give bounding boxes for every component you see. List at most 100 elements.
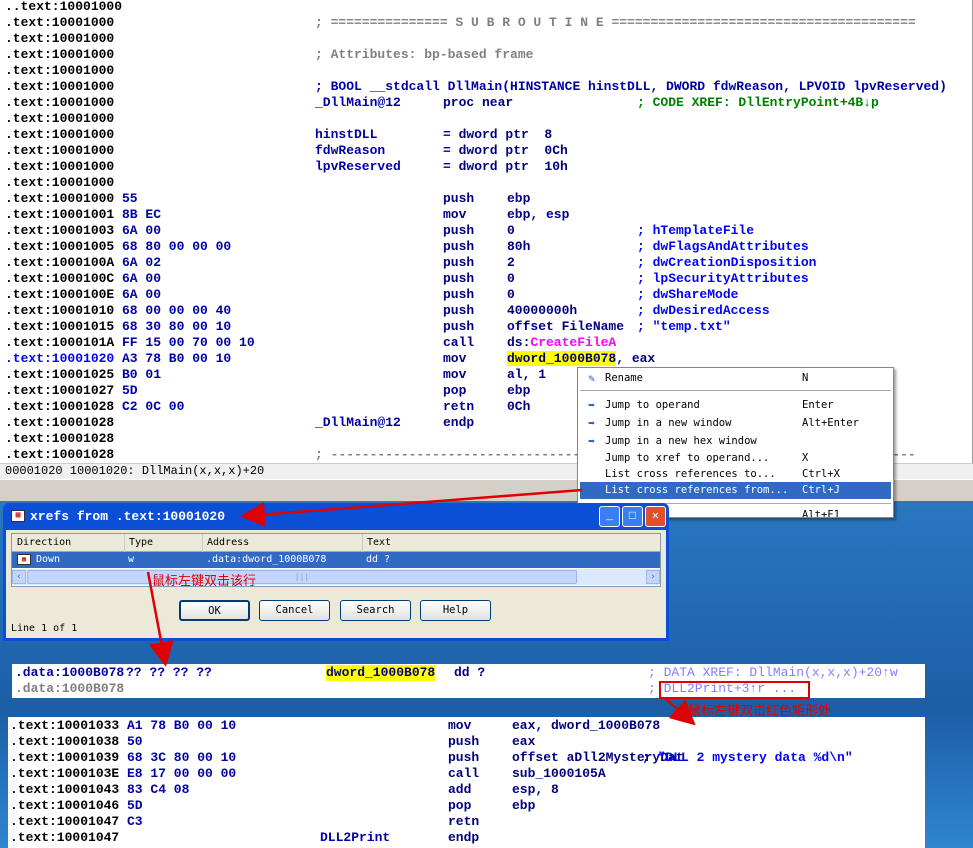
listing-line[interactable]: .text:10001010 68 00 00 00 40 push 40000000… — [0, 303, 972, 319]
listing-line[interactable]: .text:10001000 55 push ebp — [0, 191, 972, 207]
listing-line[interactable]: .text:10001000 — [0, 175, 972, 191]
line-mnemonic: endp — [448, 830, 480, 845]
listing-line[interactable]: .text:10001047 C3 retn — [8, 814, 925, 830]
listing-line[interactable]: .text:10001001 8B EC mov ebp, esp — [0, 207, 972, 223]
line-operand: ds:CreateFileA — [507, 335, 617, 350]
data-address: .data:1000B078 — [15, 681, 125, 696]
listing-line[interactable]: .text:10001000 lpvReserved = dword ptr 10h — [0, 159, 972, 175]
listing-line[interactable]: .text:10001020 A3 78 B0 00 10 mov dword_100… — [0, 351, 972, 367]
line-mnemonic: endp — [443, 415, 475, 430]
data-label[interactable]: dword_1000B078 — [326, 665, 436, 681]
menu-item[interactable]: Jump to xref to operand... X — [580, 450, 891, 467]
search-button[interactable]: Search — [340, 600, 411, 621]
line-operand: ebp — [507, 191, 531, 206]
line-address: .text:10001000 — [5, 175, 115, 190]
listing-line[interactable]: .text:10001000 — [0, 31, 972, 47]
ok-button[interactable]: OK — [179, 600, 250, 621]
line-address: .text:10001028 — [5, 431, 115, 446]
menu-separator — [580, 390, 891, 391]
line-address: .text:1000101A — [5, 335, 115, 350]
listing-line[interactable]: .text:10001000 ; BOOL __stdcall DllMain(H… — [0, 79, 972, 95]
listing-line[interactable]: .text:10001039 68 3C 80 00 10 push offset a… — [8, 750, 925, 766]
line-mnemonic: mov — [448, 718, 472, 733]
line-mnemonic: push — [443, 271, 475, 286]
line-bytes: 68 80 00 00 00 — [122, 239, 232, 254]
data-address: .data:1000B078 — [15, 665, 125, 680]
line-mnemonic: push — [443, 303, 475, 318]
listing-line[interactable]: .text:10001005 68 80 00 00 00 push 80h ; dwF… — [0, 239, 972, 255]
menu-item[interactable]: ✎ Rename N — [580, 370, 891, 387]
listing-line[interactable]: .text:10001046 5D pop ebp — [8, 798, 925, 814]
listing-line[interactable]: .text:10001003 6A 00 push 0 ; hTemplateFile — [0, 223, 972, 239]
menu-item-label: Rename — [605, 372, 643, 384]
line-label: fdwReason — [315, 143, 386, 158]
listing-line[interactable]: .text:10001038 50 push eax — [8, 734, 925, 750]
line-mnemonic: pop — [443, 383, 467, 398]
line-address: .text:10001000 — [5, 95, 115, 110]
column-text[interactable]: Text — [362, 534, 391, 552]
line-operand: 80h — [507, 239, 531, 254]
listing-line[interactable]: .text:1000100E 6A 00 push 0 ; dwShareMode — [0, 287, 972, 303]
line-address: .text:1000100A — [5, 255, 115, 270]
minimize-button[interactable]: _ — [599, 506, 620, 527]
help-button[interactable]: Help — [420, 600, 491, 621]
line-mnemonic: retn — [448, 814, 480, 829]
line-comment: ; CODE XREF: DllEntryPoint+4B↓p — [637, 95, 879, 110]
listing-line[interactable]: .text:10001015 68 30 80 00 10 push offset F… — [0, 319, 972, 335]
data-xref-comment[interactable]: ; DATA XREF: DllMain(x,x,x)+20↑w — [648, 665, 898, 681]
line-operand: 0 — [507, 223, 515, 238]
column-address[interactable]: Address — [202, 534, 249, 552]
scroll-right-icon[interactable]: › — [646, 570, 660, 584]
menu-item[interactable]: List cross references to... Ctrl+X — [580, 466, 891, 483]
listing-line[interactable]: .text:10001000 — [0, 111, 972, 127]
listing-line[interactable]: .text:10001000 ; Attributes: bp-based fra… — [0, 47, 972, 63]
line-bytes: C3 — [127, 814, 143, 829]
listing-line[interactable]: .text:1000101A FF 15 00 70 00 10 call ds:Cr… — [0, 335, 972, 351]
column-type[interactable]: Type — [124, 534, 153, 552]
maximize-button[interactable]: □ — [622, 506, 643, 527]
column-direction[interactable]: Direction — [17, 534, 71, 552]
line-address: .text:10001028 — [5, 415, 115, 430]
scroll-thumb[interactable]: ||| — [27, 570, 577, 584]
listing-line[interactable]: .text:10001000 _DllMain@12 proc near ; CODE… — [0, 95, 972, 111]
listing-line[interactable]: .text:1000100C 6A 00 push 0 ; lpSecurityAttr… — [0, 271, 972, 287]
line-address: .text:10001000 — [5, 79, 115, 94]
horizontal-scrollbar[interactable]: ‹ ||| › — [12, 569, 660, 585]
listing-line[interactable]: .text:1000103E E8 17 00 00 00 call sub_1000… — [8, 766, 925, 782]
dialog-body: Direction Type Address Text ▦ Down w .da… — [6, 530, 666, 638]
menu-item[interactable]: ➥ Jump to operand Enter — [580, 397, 891, 414]
line-comment: ; dwFlagsAndAttributes — [637, 239, 809, 254]
line-bytes: 68 00 00 00 40 — [122, 303, 232, 318]
line-mnemonic: push — [443, 223, 475, 238]
listing-line[interactable]: ..text:10001000 — [0, 0, 972, 15]
listing-line[interactable]: .text:1000100A 6A 02 push 2 ; dwCreationDisp… — [0, 255, 972, 271]
line-label: hinstDLL — [315, 127, 378, 142]
close-button[interactable]: ✕ — [645, 506, 666, 527]
menu-item-shortcut: N — [802, 372, 809, 384]
listing-line[interactable]: .text:10001047 DLL2Print endp — [8, 830, 925, 846]
line-label: ; =============== S U B R O U T I N E ==… — [315, 15, 916, 30]
listing-line[interactable]: .text:10001043 83 C4 08 add esp, 8 — [8, 782, 925, 798]
line-address: .text:1000103E — [10, 766, 120, 781]
menu-item[interactable]: List cross references from... Ctrl+J — [580, 482, 891, 499]
line-address: .text:10001039 — [10, 750, 120, 765]
line-address: .text:10001000 — [5, 47, 115, 62]
menu-item[interactable]: ➥ Jump in a new hex window — [580, 433, 891, 450]
line-operand: 2 — [507, 255, 515, 270]
listing-line[interactable]: .text:10001000 hinstDLL = dword ptr 8 — [0, 127, 972, 143]
table-row[interactable]: ▦ Down w .data:dword_1000B078 dd ? — [12, 552, 660, 568]
cancel-button[interactable]: Cancel — [259, 600, 330, 621]
line-bytes: 6A 00 — [122, 287, 162, 302]
dialog-titlebar[interactable]: ▦ xrefs from .text:10001020 _ □ ✕ — [6, 503, 666, 530]
listing-line[interactable]: .text:10001033 A1 78 B0 00 10 mov eax, dwor… — [8, 718, 925, 734]
line-comment: ; dwShareMode — [637, 287, 739, 302]
menu-item[interactable]: ➥ Jump in a new window Alt+Enter — [580, 415, 891, 432]
menu-item-shortcut: X — [802, 452, 809, 464]
scroll-left-icon[interactable]: ‹ — [12, 570, 26, 584]
listing-line[interactable]: .text:10001000 ; =============== S U B R … — [0, 15, 972, 31]
menu-item-label: Jump in a new hex window — [605, 435, 757, 447]
listing-line[interactable]: .text:10001000 — [0, 63, 972, 79]
line-mnemonic: retn — [443, 399, 475, 414]
red-highlight-box — [659, 681, 810, 699]
listing-line[interactable]: .text:10001000 fdwReason = dword ptr 0Ch — [0, 143, 972, 159]
